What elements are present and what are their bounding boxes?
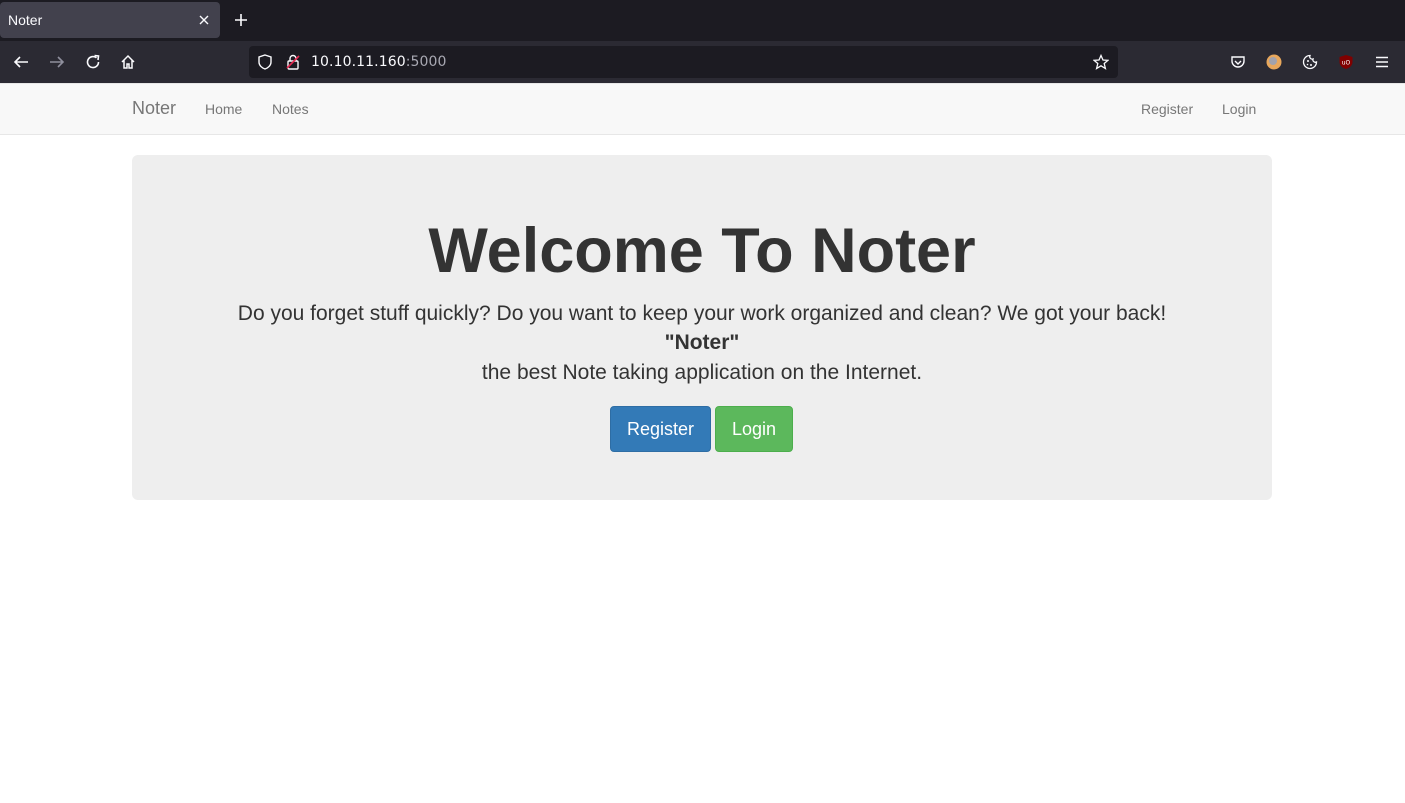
shield-icon[interactable] <box>257 54 273 70</box>
svg-text:uO: uO <box>1342 60 1351 67</box>
nav-link-home[interactable]: Home <box>205 101 242 117</box>
hamburger-menu-icon[interactable] <box>1372 52 1392 72</box>
url-port: :5000 <box>405 54 447 70</box>
nav-link-notes[interactable]: Notes <box>272 101 309 117</box>
hero-lead-text: Do you forget stuff quickly? Do you want… <box>237 302 1167 325</box>
browser-toolbar: 10.10.11.160:5000 uO <box>0 41 1405 83</box>
reload-icon[interactable] <box>82 51 104 73</box>
insecure-lock-icon[interactable] <box>285 54 301 70</box>
hero-app-name: "Noter" <box>664 331 740 354</box>
bookmark-star-icon[interactable] <box>1093 54 1109 70</box>
home-icon[interactable] <box>117 51 139 73</box>
pocket-icon[interactable] <box>1228 52 1248 72</box>
hero-tagline: the best Note taking application on the … <box>481 361 923 384</box>
site-brand[interactable]: Noter <box>132 98 176 119</box>
url-host: 10.10.11.160 <box>311 54 406 70</box>
hero-title: Welcome To Noter <box>428 216 976 286</box>
hero-jumbotron: Welcome To Noter Do you forget stuff qui… <box>132 155 1272 500</box>
site-navbar: Noter Home Notes Register Login <box>0 83 1405 135</box>
close-icon[interactable] <box>196 12 212 28</box>
profile-avatar-icon[interactable] <box>1264 52 1284 72</box>
forward-arrow-icon[interactable] <box>46 51 68 73</box>
browser-tab[interactable]: Noter <box>0 2 220 38</box>
nav-link-login[interactable]: Login <box>1222 101 1256 117</box>
login-button[interactable]: Login <box>715 406 793 452</box>
browser-tab-bar: Noter <box>0 0 1405 41</box>
register-button[interactable]: Register <box>610 406 711 452</box>
new-tab-plus-icon[interactable] <box>230 9 252 31</box>
tab-title: Noter <box>8 12 43 28</box>
nav-link-register[interactable]: Register <box>1141 101 1193 117</box>
url-text: 10.10.11.160:5000 <box>311 54 447 70</box>
back-arrow-icon[interactable] <box>10 51 32 73</box>
url-bar[interactable]: 10.10.11.160:5000 <box>249 46 1118 78</box>
ublock-origin-icon[interactable]: uO <box>1336 52 1356 72</box>
cookie-icon[interactable] <box>1300 52 1320 72</box>
